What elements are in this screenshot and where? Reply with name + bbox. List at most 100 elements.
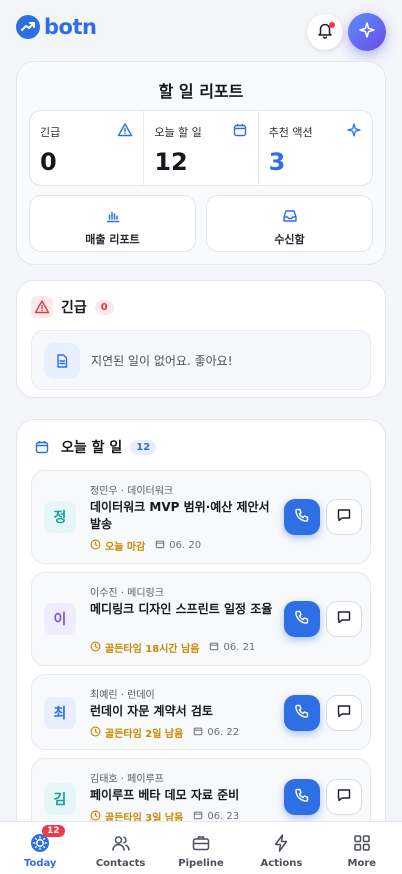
report-title: 할 일 리포트: [158, 82, 244, 101]
call-button[interactable]: [284, 601, 320, 637]
bar-chart-icon: [105, 208, 121, 224]
phone-icon: [294, 787, 310, 807]
tab-label: Actions: [260, 858, 303, 869]
task-title: 런데이 자문 계약서 검토: [90, 704, 213, 718]
empty-message: 지연된 일이 없어요. 좋아요!: [91, 354, 233, 368]
message-button[interactable]: [326, 695, 362, 731]
stat-label: 추천 액션: [268, 126, 313, 139]
avatar: 최: [44, 697, 76, 729]
task-card[interactable]: 정 정민우 · 데이터워크 데이터워크 MVP 범위·예산 제안서 발송 오늘 …: [31, 470, 371, 564]
tab-label: More: [347, 858, 377, 869]
today-header: 오늘 할 일 12: [31, 436, 157, 458]
task-title: 데이터워크 MVP 범위·예산 제안서 발송: [90, 500, 270, 531]
urgent-empty-state: 지연된 일이 없어요. 좋아요!: [31, 330, 371, 390]
urgent-count-badge: 0: [94, 299, 114, 315]
stat-value: 12: [154, 148, 188, 176]
stat-urgent[interactable]: 긴급 0: [30, 111, 145, 185]
sparkle-icon: [358, 21, 376, 43]
task-date: 06. 22: [207, 727, 240, 738]
notifications-button[interactable]: [307, 14, 343, 50]
today-badge: 12: [42, 825, 65, 837]
clock-icon: [90, 539, 101, 553]
clock-icon: [90, 726, 101, 740]
message-button[interactable]: [326, 601, 362, 637]
trend-up-icon: [16, 15, 40, 39]
stat-label: 오늘 할 일: [154, 126, 202, 139]
today-title: 오늘 할 일: [61, 440, 123, 456]
tab-more[interactable]: More: [322, 822, 402, 874]
task-title: 메디링크 디자인 스프린트 일정 조율: [90, 602, 273, 616]
briefcase-icon: [190, 832, 212, 854]
sales-report-button[interactable]: 매출 리포트: [29, 195, 196, 252]
task-date: 06. 20: [169, 540, 202, 551]
people-icon: [110, 832, 132, 854]
stat-recommended[interactable]: 추천 액션 3: [259, 111, 372, 185]
stat-today[interactable]: 오늘 할 일 12: [144, 111, 259, 185]
task-meta: 이수진 · 메디링크: [90, 588, 164, 599]
message-button[interactable]: [326, 779, 362, 815]
bottom-tab-bar: 12 Today Contacts Pipeline Actions More: [0, 821, 402, 874]
calendar-icon: [155, 539, 165, 552]
call-button[interactable]: [284, 695, 320, 731]
task-report-card: 할 일 리포트 긴급 0 오늘 할 일 12 추천 액션 3 매출 리포트 수신…: [16, 61, 386, 265]
inbox-icon: [282, 208, 298, 224]
tab-label: Today: [23, 858, 57, 869]
task-card[interactable]: 최 최예린 · 런데이 런데이 자문 계약서 검토 골든타임 2일 남음 06.…: [31, 674, 371, 750]
chat-icon: [336, 787, 352, 807]
avatar: 정: [44, 501, 76, 533]
warning-icon: [117, 122, 133, 138]
urgent-title: 긴급: [61, 300, 87, 316]
button-label: 수신함: [274, 233, 305, 246]
unread-dot: [329, 22, 335, 28]
today-count-badge: 12: [130, 439, 157, 455]
urgent-section: 긴급 0 지연된 일이 없어요. 좋아요!: [16, 280, 386, 398]
button-label: 매출 리포트: [85, 233, 140, 246]
task-due: 오늘 마감: [105, 542, 146, 553]
phone-icon: [294, 703, 310, 723]
avatar: 이: [44, 603, 76, 635]
stat-value: 3: [268, 148, 286, 176]
tab-today[interactable]: 12 Today: [0, 822, 80, 874]
chat-icon: [336, 703, 352, 723]
bolt-icon: [270, 832, 292, 854]
inbox-button[interactable]: 수신함: [206, 195, 373, 252]
phone-icon: [294, 507, 310, 527]
chat-icon: [336, 507, 352, 527]
ai-assistant-button[interactable]: [348, 13, 386, 51]
warning-icon: [31, 296, 53, 318]
task-meta: 정민우 · 데이터워크: [90, 486, 174, 497]
document-icon: [44, 343, 80, 379]
tab-label: Contacts: [95, 858, 146, 869]
call-button[interactable]: [284, 499, 320, 535]
tab-contacts[interactable]: Contacts: [80, 822, 160, 874]
task-meta: 김태호 · 페이루프: [90, 774, 164, 785]
sparkle-icon: [346, 122, 362, 138]
task-meta: 최예린 · 런데이: [90, 690, 155, 701]
avatar: 김: [44, 783, 76, 815]
grid-icon: [351, 832, 373, 854]
report-stats: 긴급 0 오늘 할 일 12 추천 액션 3: [29, 110, 373, 186]
app-logo[interactable]: botn: [16, 15, 97, 39]
tab-actions[interactable]: Actions: [241, 822, 321, 874]
task-date: 06. 21: [223, 642, 256, 653]
urgent-header: 긴급 0: [31, 296, 114, 318]
tab-pipeline[interactable]: Pipeline: [161, 822, 241, 874]
clock-icon: [90, 641, 101, 655]
phone-icon: [294, 609, 310, 629]
task-due: 골든타임 2일 남음: [105, 729, 184, 740]
message-button[interactable]: [326, 499, 362, 535]
task-footer: 오늘 마감 06. 20: [90, 538, 201, 553]
calendar-icon: [232, 122, 248, 138]
today-section: 오늘 할 일 12 정 정민우 · 데이터워크 데이터워크 MVP 범위·예산 …: [16, 419, 386, 839]
chat-icon: [336, 609, 352, 629]
call-button[interactable]: [284, 779, 320, 815]
top-bar: botn: [0, 0, 402, 58]
tab-label: Pipeline: [178, 858, 224, 869]
task-card[interactable]: 이 이수진 · 메디링크 메디링크 디자인 스프린트 일정 조율 골든타임 18…: [31, 572, 371, 666]
calendar-icon: [31, 436, 53, 458]
logo-text: botn: [44, 15, 97, 39]
task-footer: 골든타임 18시간 남음 06. 21: [90, 640, 255, 655]
stat-label: 긴급: [40, 126, 61, 139]
stat-value: 0: [40, 148, 57, 176]
task-title: 페이루프 베타 데모 자료 준비: [90, 788, 240, 802]
